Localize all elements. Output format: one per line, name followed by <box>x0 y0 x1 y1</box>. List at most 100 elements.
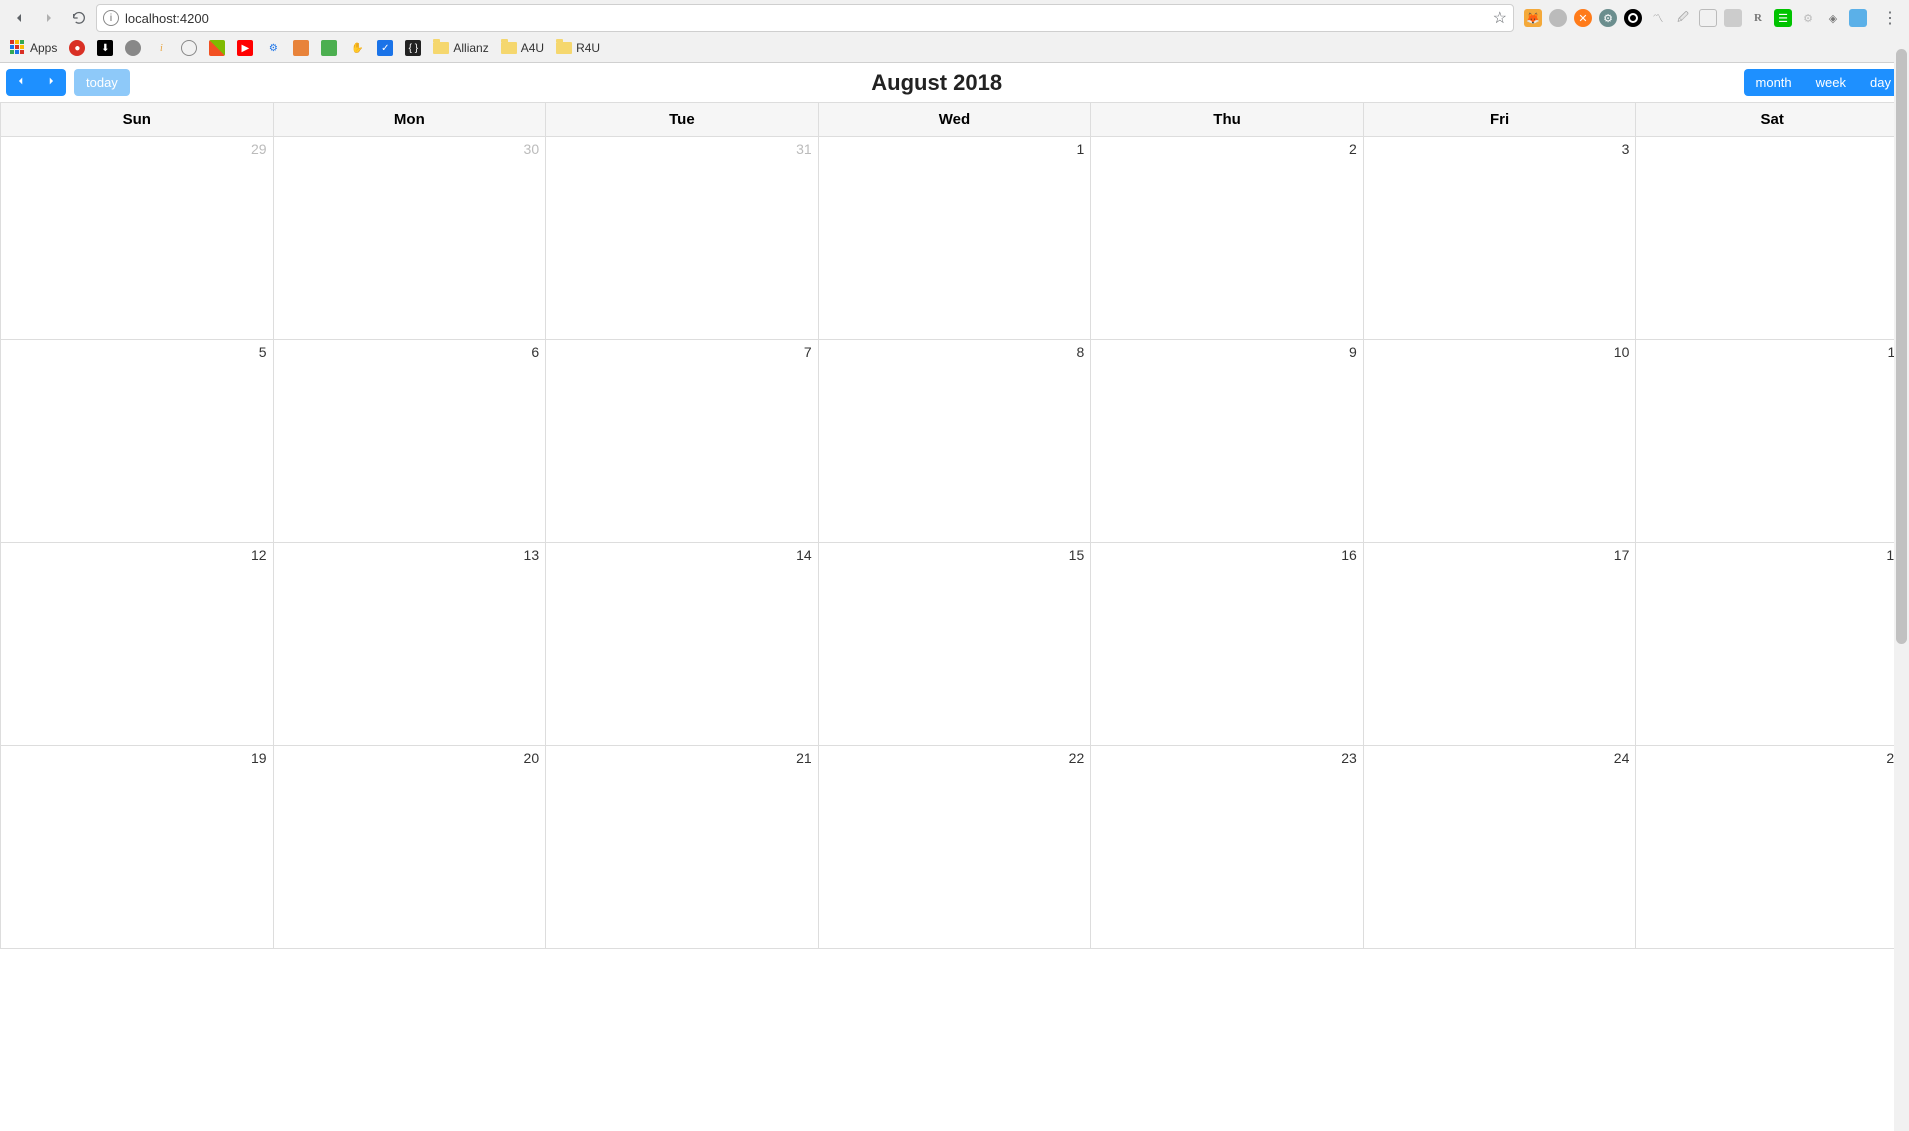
calendar-day-cell[interactable]: 13 <box>273 543 546 746</box>
calendar-day-cell[interactable]: 1 <box>818 137 1091 340</box>
bookmark-item[interactable]: i <box>153 40 169 56</box>
calendar-day-cell[interactable]: 15 <box>818 543 1091 746</box>
download-icon: ⬇ <box>97 40 113 56</box>
calendar-day-cell[interactable]: 7 <box>546 340 819 543</box>
bookmark-item[interactable]: { } <box>405 40 421 56</box>
bookmark-icon <box>321 40 337 56</box>
bookmark-item[interactable] <box>321 40 337 56</box>
bookmark-item[interactable]: ✓ <box>377 40 393 56</box>
bookmark-star-icon[interactable]: ☆ <box>1493 8 1507 28</box>
extension-icon[interactable] <box>1849 9 1867 27</box>
calendar-day-cell[interactable]: 8 <box>818 340 1091 543</box>
folder-icon <box>556 42 572 54</box>
bookmark-item[interactable]: ▶ <box>237 40 253 56</box>
calendar-day-cell[interactable]: 11 <box>1636 340 1909 543</box>
bookmark-item[interactable] <box>181 40 197 56</box>
calendar-day-cell[interactable]: 31 <box>546 137 819 340</box>
browser-menu-icon[interactable]: ⋮ <box>1877 8 1903 28</box>
calendar-day-cell[interactable]: 3 <box>1363 137 1636 340</box>
bookmark-icon: ✋ <box>349 40 365 56</box>
bookmark-icon: { } <box>405 40 421 56</box>
calendar-day-cell[interactable]: 22 <box>818 746 1091 949</box>
bookmark-item[interactable]: ✋ <box>349 40 365 56</box>
calendar-week-row: 19202122232425 <box>1 746 1909 949</box>
address-bar[interactable]: i localhost:4200 ☆ <box>96 4 1514 32</box>
day-header: Thu <box>1091 103 1364 137</box>
calendar-day-cell[interactable]: 10 <box>1363 340 1636 543</box>
nav-button-group <box>6 69 66 96</box>
extension-icon[interactable]: 🦊 <box>1524 9 1542 27</box>
url-text: localhost:4200 <box>125 11 1487 26</box>
vertical-scrollbar[interactable] <box>1894 49 1909 1131</box>
scrollbar-thumb[interactable] <box>1896 49 1907 644</box>
bookmark-icon: i <box>153 40 169 56</box>
calendar-day-cell[interactable]: 19 <box>1 746 274 949</box>
calendar-day-cell[interactable]: 4 <box>1636 137 1909 340</box>
apps-shortcut[interactable]: Apps <box>10 40 57 56</box>
calendar-day-cell[interactable]: 5 <box>1 340 274 543</box>
day-header: Fri <box>1363 103 1636 137</box>
apps-label: Apps <box>30 41 57 55</box>
extension-icon[interactable]: 〽 <box>1649 9 1667 27</box>
calendar-app: today August 2018 month week day Sun Mon… <box>0 63 1909 949</box>
bookmark-folder[interactable]: R4U <box>556 41 600 55</box>
calendar-day-cell[interactable]: 20 <box>273 746 546 949</box>
extension-icon[interactable]: 🖉 <box>1674 9 1692 27</box>
day-header: Wed <box>818 103 1091 137</box>
next-button[interactable] <box>36 69 66 96</box>
bookmark-item[interactable] <box>209 40 225 56</box>
bookmark-item[interactable] <box>293 40 309 56</box>
extension-icons: 🦊 ✕ ⚙ 〽 🖉 R ☰ ⚙ ◈ <box>1518 9 1873 27</box>
site-info-icon[interactable]: i <box>103 10 119 26</box>
extension-icon[interactable]: ✕ <box>1574 9 1592 27</box>
bookmark-item[interactable]: ⚙ <box>265 40 281 56</box>
bookmark-icon: ● <box>69 40 85 56</box>
today-button[interactable]: today <box>74 69 130 96</box>
reload-button[interactable] <box>66 5 92 31</box>
calendar-day-cell[interactable]: 2 <box>1091 137 1364 340</box>
extension-icon[interactable] <box>1549 9 1567 27</box>
calendar-day-cell[interactable]: 18 <box>1636 543 1909 746</box>
calendar-day-cell[interactable]: 16 <box>1091 543 1364 746</box>
day-header-row: Sun Mon Tue Wed Thu Fri Sat <box>1 103 1909 137</box>
calendar-day-cell[interactable]: 30 <box>273 137 546 340</box>
chevron-left-icon <box>16 75 26 87</box>
bookmark-icon <box>181 40 197 56</box>
extension-icon[interactable]: ☰ <box>1774 9 1792 27</box>
extension-icon[interactable] <box>1624 9 1642 27</box>
browser-nav-row: i localhost:4200 ☆ 🦊 ✕ ⚙ 〽 🖉 R ☰ ⚙ ◈ ⋮ <box>0 0 1909 36</box>
bookmark-item[interactable] <box>125 40 141 56</box>
extension-icon[interactable]: ⚙ <box>1599 9 1617 27</box>
view-month-button[interactable]: month <box>1744 69 1804 96</box>
calendar-day-cell[interactable]: 24 <box>1363 746 1636 949</box>
folder-icon <box>501 42 517 54</box>
calendar-week-row: 567891011 <box>1 340 1909 543</box>
calendar-day-cell[interactable]: 14 <box>546 543 819 746</box>
bookmark-folder[interactable]: Allianz <box>433 41 488 55</box>
calendar-day-cell[interactable]: 29 <box>1 137 274 340</box>
calendar-week-row: 12131415161718 <box>1 543 1909 746</box>
forward-button[interactable] <box>36 5 62 31</box>
calendar-day-cell[interactable]: 17 <box>1363 543 1636 746</box>
back-button[interactable] <box>6 5 32 31</box>
calendar-day-cell[interactable]: 23 <box>1091 746 1364 949</box>
bookmark-item[interactable]: ⬇ <box>97 40 113 56</box>
view-week-button[interactable]: week <box>1804 69 1858 96</box>
extension-icon[interactable]: ◈ <box>1824 9 1842 27</box>
calendar-day-cell[interactable]: 25 <box>1636 746 1909 949</box>
check-icon: ✓ <box>377 40 393 56</box>
extension-icon[interactable] <box>1724 9 1742 27</box>
bookmark-folder[interactable]: A4U <box>501 41 544 55</box>
bookmark-item[interactable]: ● <box>69 40 85 56</box>
extension-icon[interactable]: R <box>1749 9 1767 27</box>
calendar-day-cell[interactable]: 9 <box>1091 340 1364 543</box>
calendar-toolbar: today August 2018 month week day <box>0 63 1909 102</box>
extension-icon[interactable]: ⚙ <box>1799 9 1817 27</box>
calendar-day-cell[interactable]: 6 <box>273 340 546 543</box>
prev-button[interactable] <box>6 69 36 96</box>
extension-icon[interactable] <box>1699 9 1717 27</box>
calendar-week-row: 2930311234 <box>1 137 1909 340</box>
calendar-day-cell[interactable]: 21 <box>546 746 819 949</box>
folder-icon <box>433 42 449 54</box>
calendar-day-cell[interactable]: 12 <box>1 543 274 746</box>
